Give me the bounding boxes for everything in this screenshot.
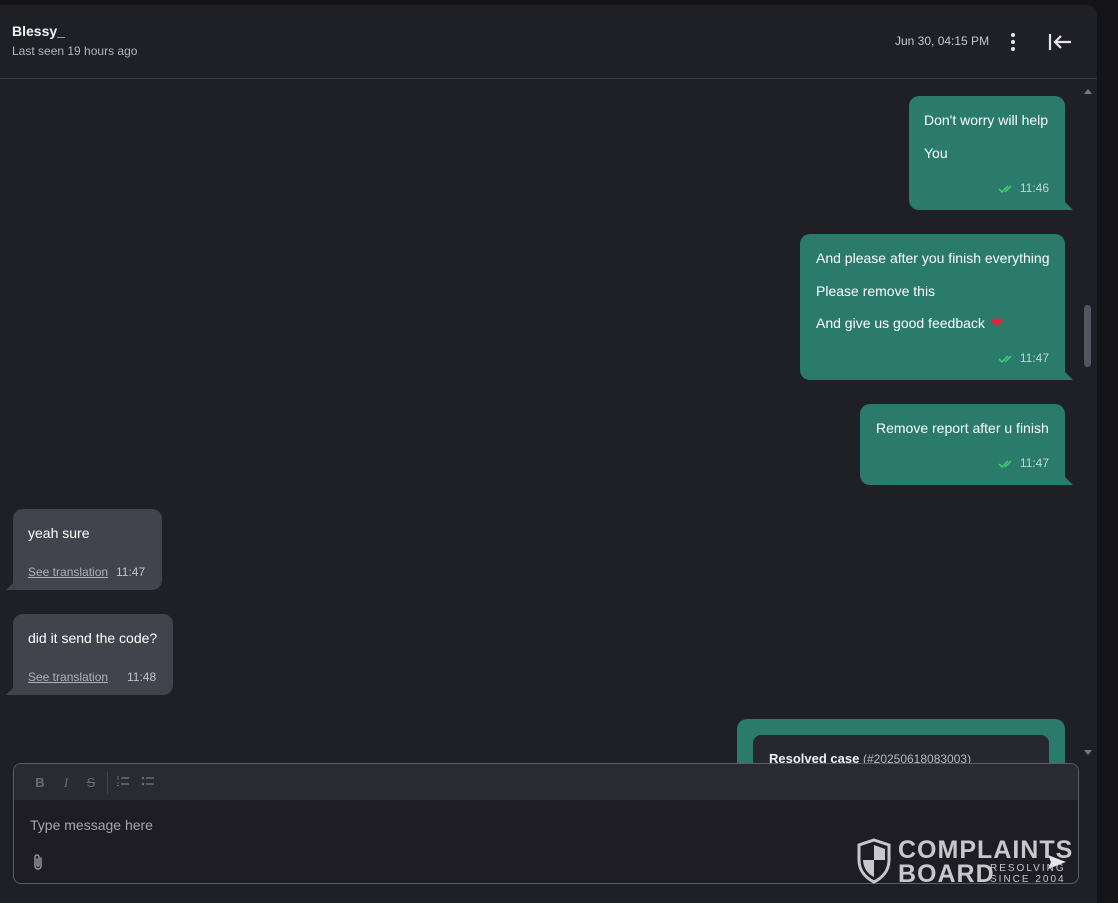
message-text: You <box>924 145 948 161</box>
message-input[interactable] <box>14 808 1078 842</box>
toolbar-divider <box>107 772 108 794</box>
message-text: Remove report after u finish <box>876 420 1049 436</box>
ordered-list-icon[interactable] <box>116 774 130 791</box>
message-text: did it send the code? <box>28 630 158 646</box>
message-time: 11:46 <box>1019 181 1049 195</box>
scroll-down-arrow-icon[interactable] <box>1084 750 1092 755</box>
outgoing-message[interactable]: Remove report after u finish 11:47 <box>860 404 1073 485</box>
message-text: And give us good feedback ❤ <box>816 315 1004 332</box>
bold-button[interactable]: B <box>33 775 47 790</box>
formatting-toolbar: B I S <box>14 764 1078 800</box>
message-text: yeah sure <box>28 525 90 541</box>
message-time: 11:47 <box>1019 351 1049 365</box>
scroll-thumb[interactable] <box>1084 305 1091 367</box>
conversation-date: Jun 30, 04:15 PM <box>895 34 990 48</box>
message-text: Please remove this <box>816 283 936 299</box>
see-translation-link[interactable]: See translation <box>28 669 108 685</box>
bullet-list-icon[interactable] <box>141 774 155 791</box>
message-meta: 11:46 <box>998 180 1049 196</box>
message-text: Don't worry will help <box>924 112 1049 128</box>
outgoing-message[interactable]: Resolved case (#20250618083003) <box>737 719 1065 765</box>
incoming-message[interactable]: yeah sure See translation 11:47 <box>6 509 162 590</box>
last-seen-status: Last seen 19 hours ago <box>12 44 138 58</box>
contact-name[interactable]: Blessy_ <box>12 23 65 39</box>
arrow-left-to-bar-icon[interactable] <box>1046 31 1074 53</box>
message-time: 11:48 <box>127 670 157 684</box>
italic-button[interactable]: I <box>59 775 73 791</box>
kebab-vertical-icon[interactable] <box>1003 29 1023 55</box>
message-scrollbar[interactable] <box>1083 87 1093 757</box>
scroll-up-arrow-icon[interactable] <box>1084 89 1092 94</box>
double-check-icon <box>998 355 1012 363</box>
incoming-message[interactable]: did it send the code? See translation 11… <box>6 614 173 695</box>
strikethrough-button[interactable]: S <box>84 775 98 790</box>
message-composer: B I S <box>13 763 1079 884</box>
message-meta: 11:47 <box>998 455 1049 471</box>
see-translation-link[interactable]: See translation <box>28 564 108 580</box>
message-text: And please after you finish everything <box>816 250 1050 266</box>
double-check-icon <box>998 185 1012 193</box>
outgoing-message[interactable]: Don't worry will help You 11:46 <box>909 96 1073 210</box>
double-check-icon <box>998 460 1012 468</box>
outgoing-message[interactable]: And please after you finish everything P… <box>800 234 1073 380</box>
resolved-case-card[interactable]: Resolved case (#20250618083003) <box>753 735 1049 765</box>
message-list[interactable]: Don't worry will help You 11:46 And plea… <box>0 80 1080 765</box>
chat-header: Blessy_ Last seen 19 hours ago Jun 30, 0… <box>0 5 1097 79</box>
heart-emoji: ❤ <box>990 315 1004 332</box>
message-time: 11:47 <box>116 565 146 579</box>
paperclip-icon[interactable] <box>30 852 46 872</box>
chat-panel: Blessy_ Last seen 19 hours ago Jun 30, 0… <box>0 5 1097 903</box>
message-meta: 11:47 <box>998 350 1049 366</box>
send-icon[interactable] <box>1046 852 1068 872</box>
message-time: 11:47 <box>1019 456 1049 470</box>
